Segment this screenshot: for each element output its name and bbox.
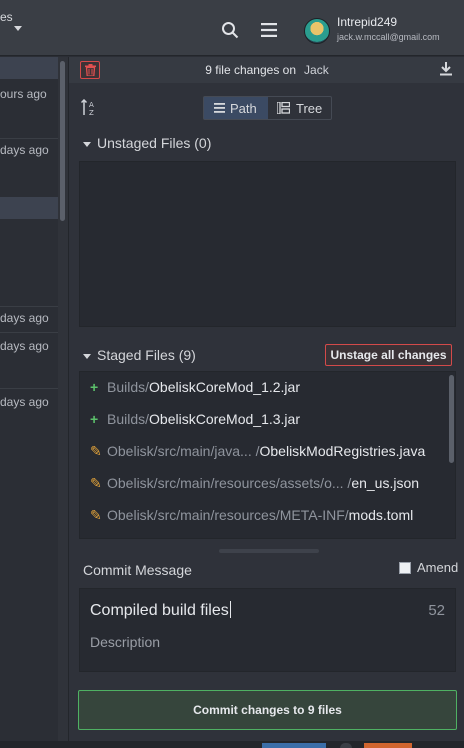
staged-section-header[interactable]: Staged Files (9) [83,347,196,363]
bottom-status-bar [0,741,464,748]
unstaged-files-list [79,161,456,327]
modified-file-pencil-icon: ✎ [90,443,102,459]
modified-file-pencil-icon: ✎ [90,475,102,491]
file-name: ObeliskCoreMod_1.2.jar [149,379,300,395]
staged-files-list: + Builds/ObeliskCoreMod_1.2.jar + Builds… [79,371,456,539]
file-name: ObeliskModRegistries.java [259,443,426,459]
staged-file-row[interactable]: ✎ Obelisk/src/main/resources/assets/o...… [80,468,446,500]
tree-view-button[interactable]: Tree [268,97,331,119]
changes-count-text: 9 file changes on [205,63,297,77]
amend-checkbox[interactable]: Amend [399,560,458,575]
summary-char-count: 52 [428,602,445,619]
unstaged-title: Unstaged Files (0) [97,135,212,151]
svg-text:A: A [89,101,94,109]
history-divider [0,388,58,389]
history-divider [0,306,58,307]
sort-az-icon[interactable]: A Z [81,99,97,117]
history-row[interactable]: days ago [0,339,58,353]
download-icon[interactable] [439,62,453,76]
commit-description-input[interactable]: Description [90,634,160,650]
history-row-highlighted[interactable] [0,197,58,219]
commit-history-list: ours ago days ago days ago days ago days… [0,57,58,748]
history-scrollbar[interactable] [58,57,68,748]
history-row[interactable]: days ago [0,395,58,409]
commit-message-box[interactable]: Compiled build files 52 Description [79,588,456,672]
commit-message-label: Commit Message [83,562,192,578]
file-name: en_us.json [351,475,420,491]
text-cursor [229,601,231,618]
staged-file-row[interactable]: ✎ Obelisk/src/main/java... /ObeliskModRe… [80,436,446,468]
added-file-icon: + [90,411,99,427]
svg-text:Z: Z [89,109,94,117]
unstage-all-button[interactable]: Unstage all changes [325,344,452,366]
staged-file-row[interactable]: + Builds/ObeliskCoreMod_1.2.jar [80,372,446,404]
file-dir: Builds/ [107,411,150,427]
user-email: jack.w.mccall@gmail.com [337,32,440,42]
status-segment [262,743,326,748]
status-segment [364,743,412,748]
branch-selector-label[interactable]: es [0,10,13,24]
path-view-button[interactable]: Path [204,97,268,119]
top-toolbar: es Intrepid249 jack.w.mccall@gmail.com [0,0,464,56]
chevron-down-icon[interactable] [14,26,22,31]
history-row[interactable]: ours ago [0,87,58,101]
staged-file-row[interactable]: + Builds/ObeliskCoreMod_1.3.jar [80,404,446,436]
amend-label: Amend [417,560,459,575]
history-divider [0,138,58,139]
hamburger-menu-icon[interactable] [261,23,277,37]
tree-icon [277,102,290,114]
file-name: ObeliskCoreMod_1.3.jar [149,411,300,427]
file-dir: Builds/ [107,379,150,395]
collapse-caret-icon [83,353,91,359]
panel-resize-handle[interactable] [219,549,319,553]
staging-panel: 9 file changes on Jack A Z Path Tree Uns… [68,57,464,748]
staging-header: 9 file changes on Jack [69,57,464,83]
list-icon [214,103,225,113]
username[interactable]: Intrepid249 [337,15,397,29]
staged-file-row[interactable]: ✎ Obelisk/src/main/resources/META-INF/mo… [80,500,446,532]
history-row[interactable]: days ago [0,311,58,325]
status-segment [340,743,352,748]
file-dir: Obelisk/src/main/resources/META-INF/ [107,507,349,523]
staged-list-scrollbar[interactable] [449,375,454,463]
file-dir: Obelisk/src/main/java... / [107,443,260,459]
path-view-label: Path [230,101,257,116]
checkbox-icon[interactable] [399,562,411,574]
branch-name: Jack [304,63,329,77]
commit-button[interactable]: Commit changes to 9 files [78,690,457,730]
collapse-caret-icon [83,141,91,147]
discard-changes-button[interactable] [80,61,100,79]
history-divider [0,332,58,333]
added-file-icon: + [90,379,99,395]
history-row-selected[interactable] [0,57,58,79]
modified-file-pencil-icon: ✎ [90,507,102,523]
commit-summary-text: Compiled build files [90,602,229,619]
file-name: mods.toml [348,507,414,523]
commit-summary-input[interactable]: Compiled build files [90,601,231,620]
view-mode-toggle: Path Tree [203,96,332,120]
unstaged-section-header[interactable]: Unstaged Files (0) [83,135,211,151]
trash-icon [85,64,96,76]
search-icon[interactable] [221,21,239,39]
file-dir: Obelisk/src/main/resources/assets/o... / [107,475,352,491]
history-row[interactable]: days ago [0,143,58,157]
changes-summary: 9 file changes on Jack [69,63,464,77]
user-avatar[interactable] [304,18,330,44]
history-scrollbar-thumb[interactable] [60,61,65,221]
staged-title: Staged Files (9) [97,347,196,363]
tree-view-label: Tree [296,101,323,116]
